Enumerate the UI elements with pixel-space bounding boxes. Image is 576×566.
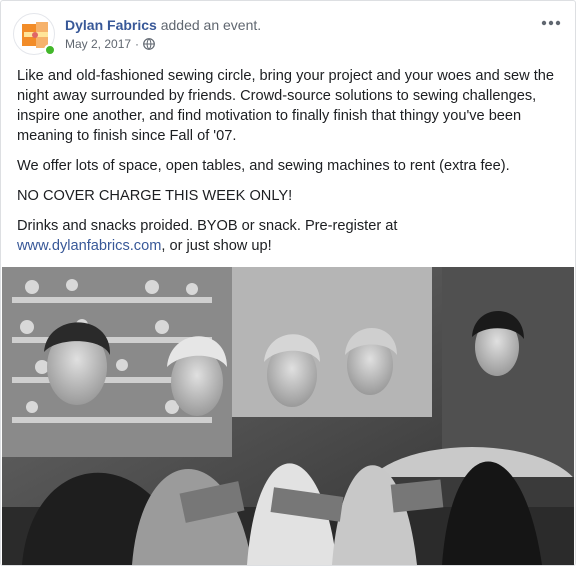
post-paragraph: We offer lots of space, open tables, and… [17,158,510,174]
more-options-icon [541,20,561,26]
paragraph-text: , or just show up! [161,238,272,254]
post-body: Like and old-fashioned sewing circle, br… [17,66,565,266]
more-options-button[interactable] [539,13,563,33]
post-meta: Dylan Fabrics added an event. May 2, 201… [65,16,261,51]
post-header: Dylan Fabrics added an event. May 2, 201… [13,13,563,59]
post-paragraph: Drinks and snacks proided. BYOB or snack… [17,216,565,256]
post-card: Dylan Fabrics added an event. May 2, 201… [0,0,576,566]
post-paragraph: Like and old-fashioned sewing circle, br… [17,68,555,144]
website-link[interactable]: www.dylanfabrics.com [17,238,161,254]
post-action-text: added an event. [160,17,262,33]
online-status-dot [44,44,56,56]
globe-icon[interactable] [143,38,155,50]
page-name-link[interactable]: Dylan Fabrics [65,17,157,33]
event-photo-image [2,267,574,565]
meta-separator: · [135,37,140,51]
post-date[interactable]: May 2, 2017 [65,37,131,51]
avatar[interactable] [13,13,56,56]
paragraph-text: Drinks and snacks proided. BYOB or snack… [17,218,398,234]
event-photo[interactable] [2,267,574,565]
post-paragraph: NO COVER CHARGE THIS WEEK ONLY! [17,188,293,204]
